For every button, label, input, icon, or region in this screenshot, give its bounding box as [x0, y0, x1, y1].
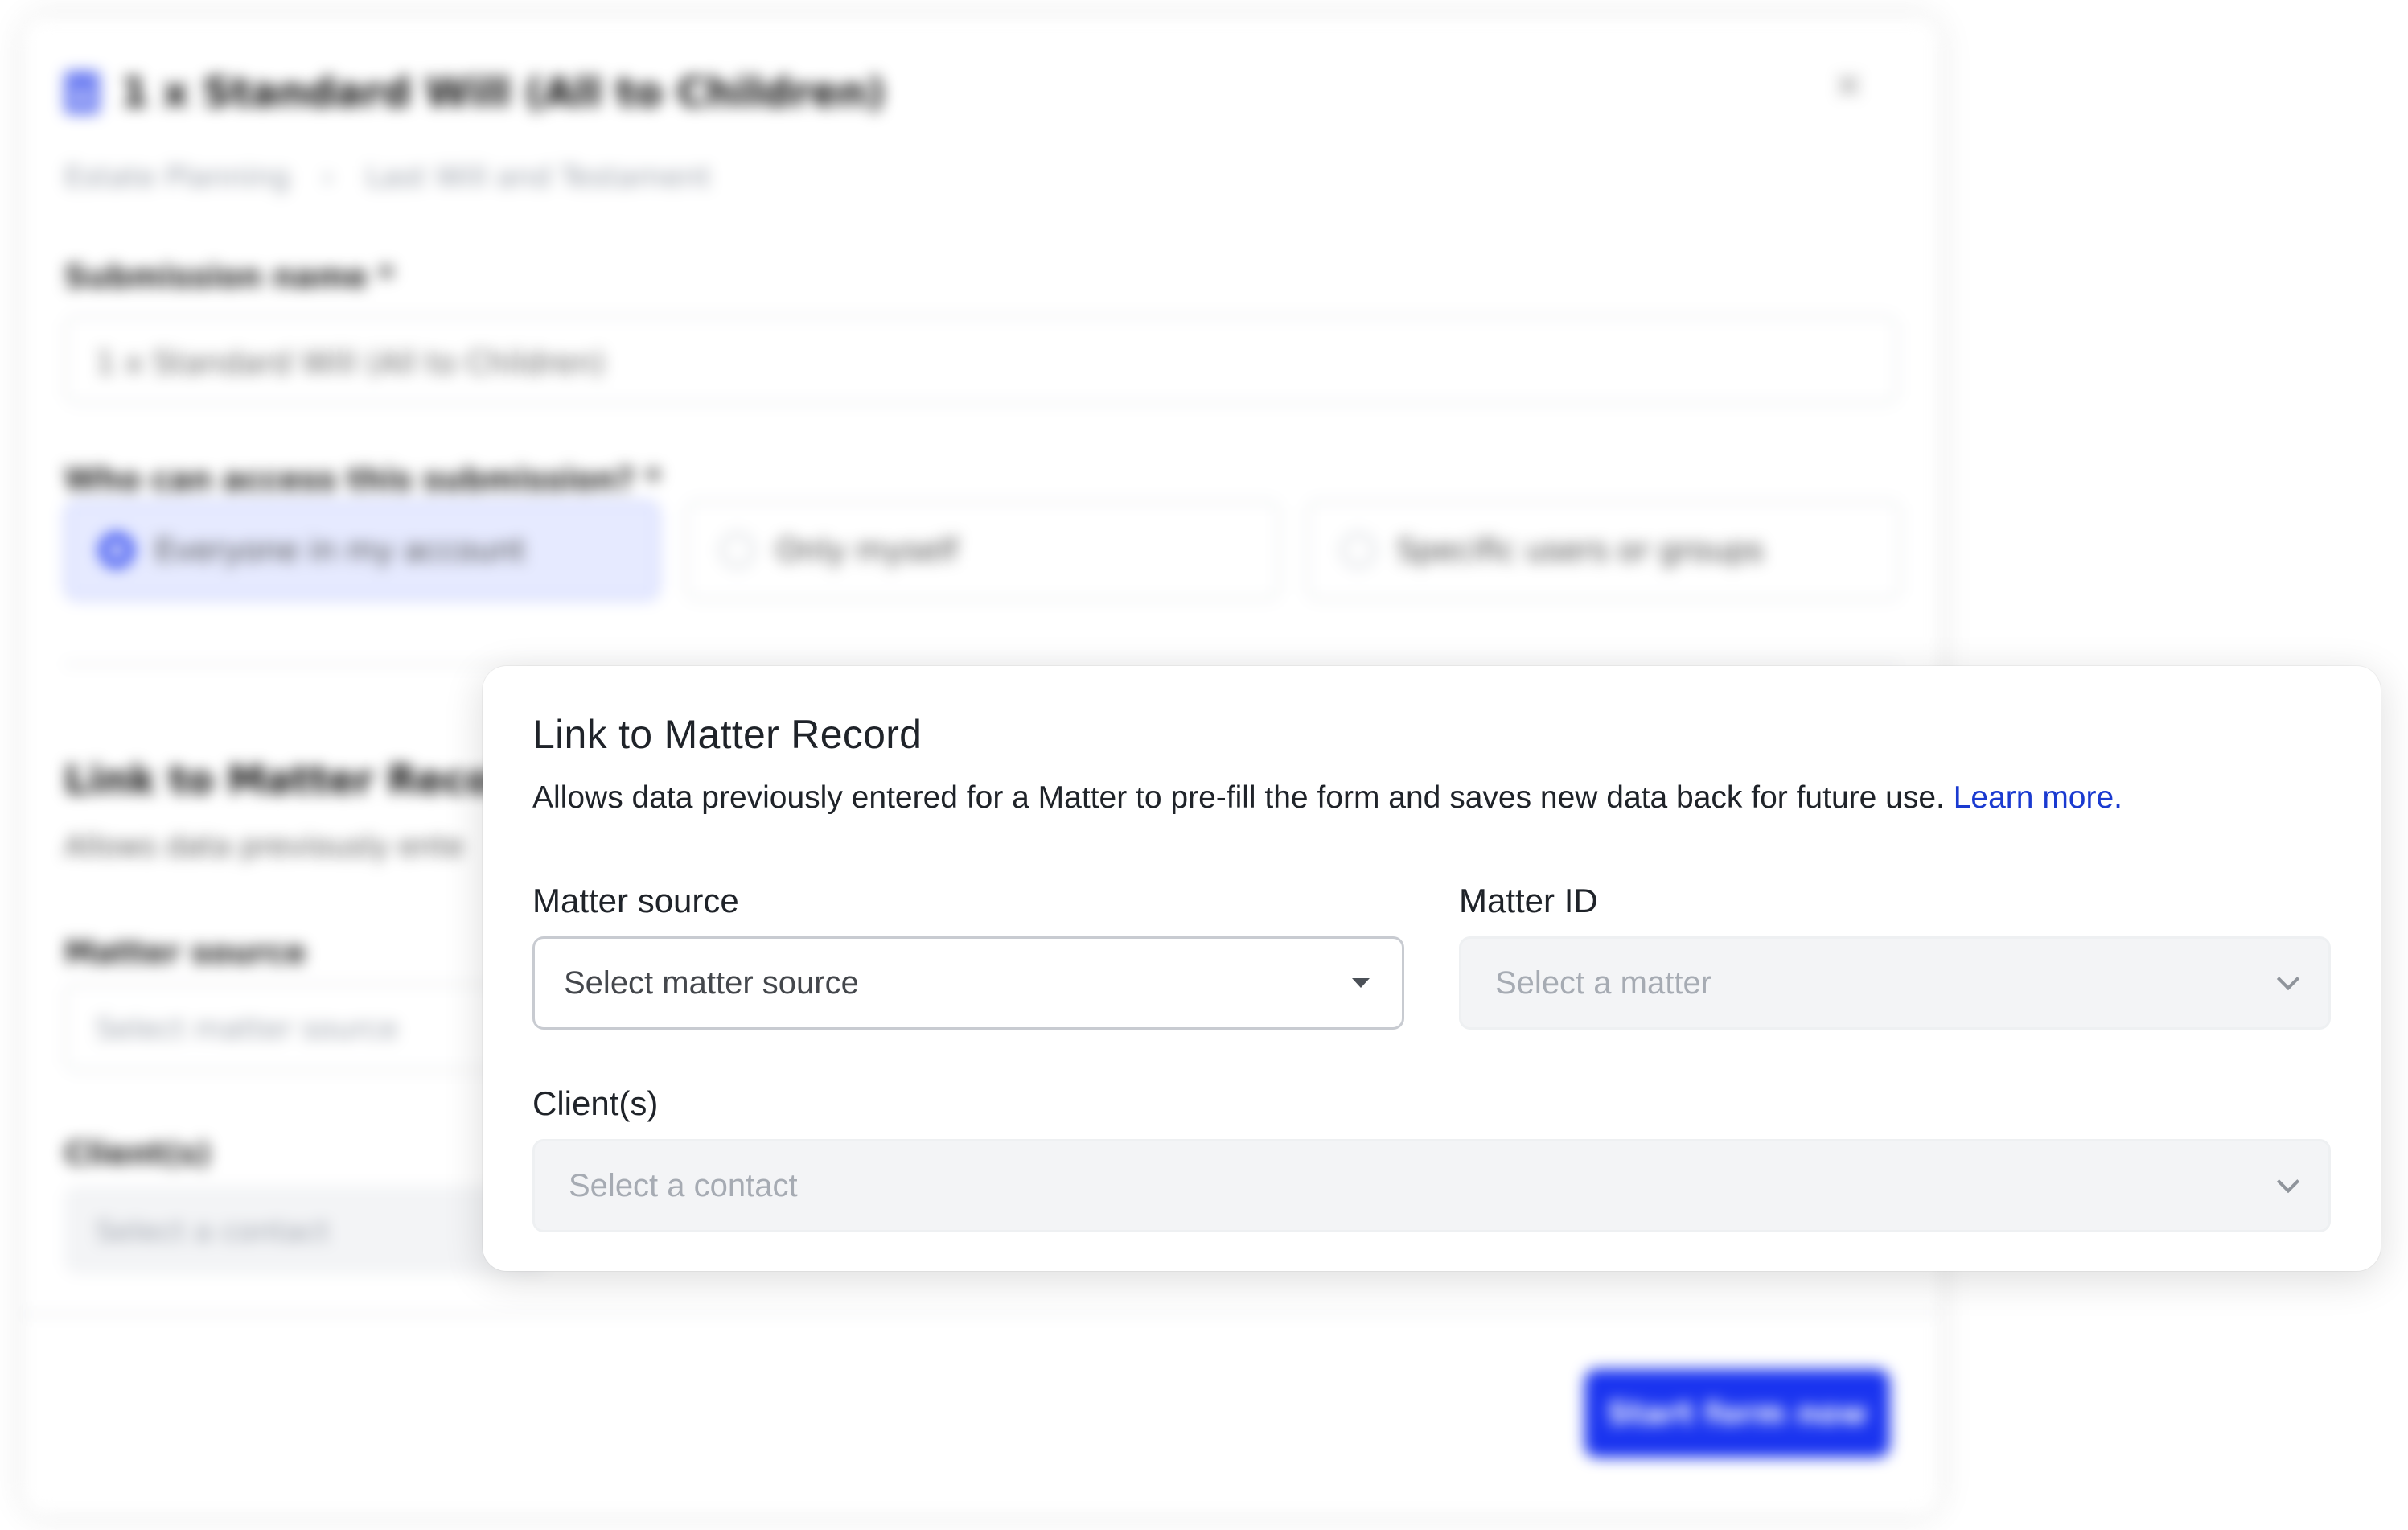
start-form-button[interactable]: Start form now — [1584, 1369, 1890, 1458]
chevron-down-icon — [2276, 967, 2300, 991]
matter-source-select[interactable]: Select matter source — [64, 983, 547, 1071]
learn-more-link[interactable]: Learn more. — [1954, 780, 2122, 815]
clients-label: Client(s) — [64, 1136, 212, 1171]
matter-source-placeholder: Select matter source — [564, 964, 859, 1001]
modal-header: 1 x Standard Will (All to Children) — [64, 69, 886, 116]
card-description-text: Allows data previously entered for a Mat… — [532, 780, 1945, 815]
section-title: Link to Matter Record — [64, 758, 540, 803]
chevron-right-icon: › — [322, 161, 334, 194]
clients-select[interactable]: Select a contact — [532, 1139, 2331, 1232]
access-option-label: Everyone in my account — [155, 533, 526, 568]
matter-source-label: Matter source — [64, 935, 306, 970]
section-description: Allows data previously ente — [64, 830, 464, 863]
document-icon — [64, 71, 100, 114]
breadcrumb: Estate Planning › Last Will and Testamen… — [64, 161, 711, 194]
breadcrumb-item[interactable]: Last Will and Testament — [366, 161, 711, 194]
breadcrumb-item[interactable]: Estate Planning — [64, 161, 290, 194]
submission-name-label: Submission name * — [64, 259, 395, 294]
divider — [64, 663, 1898, 665]
matter-source-select[interactable]: Select matter source — [532, 936, 1404, 1030]
matter-source-label: Matter source — [532, 882, 739, 919]
close-icon[interactable]: ✕ — [1834, 66, 1864, 107]
access-option-label: Specific users or groups — [1397, 533, 1764, 568]
footer-divider — [24, 1313, 1938, 1315]
card-title: Link to Matter Record — [532, 712, 923, 757]
radio-icon — [1341, 533, 1376, 568]
matter-id-label: Matter ID — [1459, 882, 1598, 919]
clients-select[interactable]: Select a contact — [64, 1186, 547, 1274]
matter-id-select[interactable]: Select a matter — [1459, 936, 2331, 1030]
radio-icon — [720, 533, 755, 568]
access-option-specific[interactable]: Specific users or groups — [1306, 500, 1901, 600]
chevron-down-icon — [2276, 1170, 2300, 1194]
card-description: Allows data previously entered for a Mat… — [532, 780, 2122, 816]
link-matter-card: Link to Matter Record Allows data previo… — [483, 666, 2381, 1271]
clients-label: Client(s) — [532, 1084, 659, 1122]
submission-name-input[interactable]: 1 x Standard Will (All to Children) — [64, 315, 1898, 404]
access-option-everyone[interactable]: Everyone in my account — [64, 500, 660, 600]
access-option-label: Only myself — [776, 533, 958, 568]
caret-down-icon — [1352, 978, 1370, 988]
radio-selected-icon — [99, 533, 134, 568]
access-option-only-myself[interactable]: Only myself — [685, 500, 1280, 600]
matter-id-placeholder: Select a matter — [1495, 964, 1712, 1001]
modal-title: 1 x Standard Will (All to Children) — [121, 69, 886, 116]
access-label: Who can access this submission? * — [64, 462, 661, 497]
clients-placeholder: Select a contact — [569, 1167, 798, 1203]
